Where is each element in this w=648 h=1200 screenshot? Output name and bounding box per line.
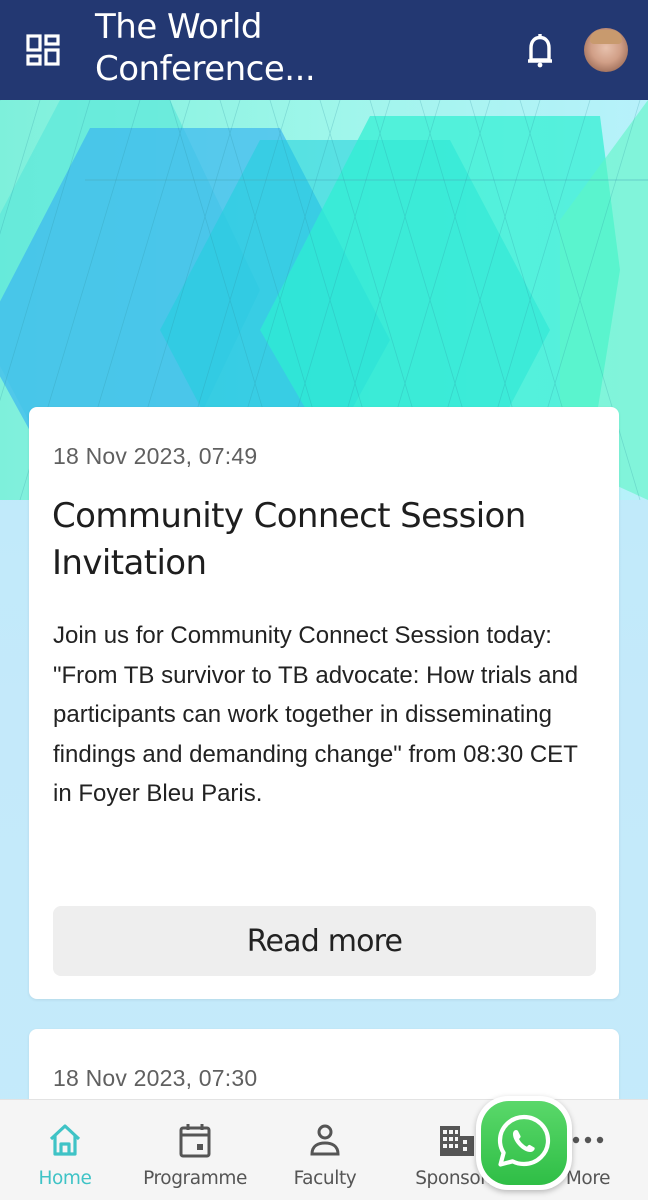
nav-item-programme[interactable]: Programme <box>140 1100 250 1200</box>
app-header: The World Conference... <box>0 0 648 100</box>
news-date: 18 Nov 2023, 07:49 <box>53 443 258 469</box>
more-dots-icon <box>570 1122 606 1158</box>
nav-label: Faculty <box>293 1168 357 1189</box>
nav-label: Programme <box>143 1168 247 1189</box>
avatar-hair <box>590 30 622 44</box>
dashboard-grid-icon[interactable] <box>26 34 60 68</box>
whatsapp-icon <box>494 1111 554 1176</box>
user-avatar[interactable] <box>584 28 628 72</box>
news-body: Join us for Community Connect Session to… <box>53 622 579 807</box>
news-date: 18 Nov 2023, 07:30 <box>53 1065 258 1091</box>
app-title: The World Conference... <box>95 7 316 89</box>
read-more-button[interactable]: Read more <box>53 906 596 976</box>
nav-label: More <box>565 1168 611 1189</box>
person-icon <box>307 1122 343 1158</box>
news-title: Community Connect Session Invitation <box>52 496 526 583</box>
whatsapp-button-face <box>481 1101 567 1185</box>
calendar-icon <box>177 1122 213 1158</box>
nav-label: Home <box>38 1168 92 1189</box>
news-card[interactable]: 18 Nov 2023, 07:49 Community Connect Ses… <box>29 407 619 999</box>
bell-icon[interactable] <box>524 30 556 70</box>
nav-item-home[interactable]: Home <box>20 1100 110 1200</box>
building-icon <box>438 1122 474 1158</box>
whatsapp-button[interactable] <box>476 1096 572 1190</box>
home-icon <box>47 1122 83 1158</box>
nav-item-faculty[interactable]: Faculty <box>280 1100 370 1200</box>
